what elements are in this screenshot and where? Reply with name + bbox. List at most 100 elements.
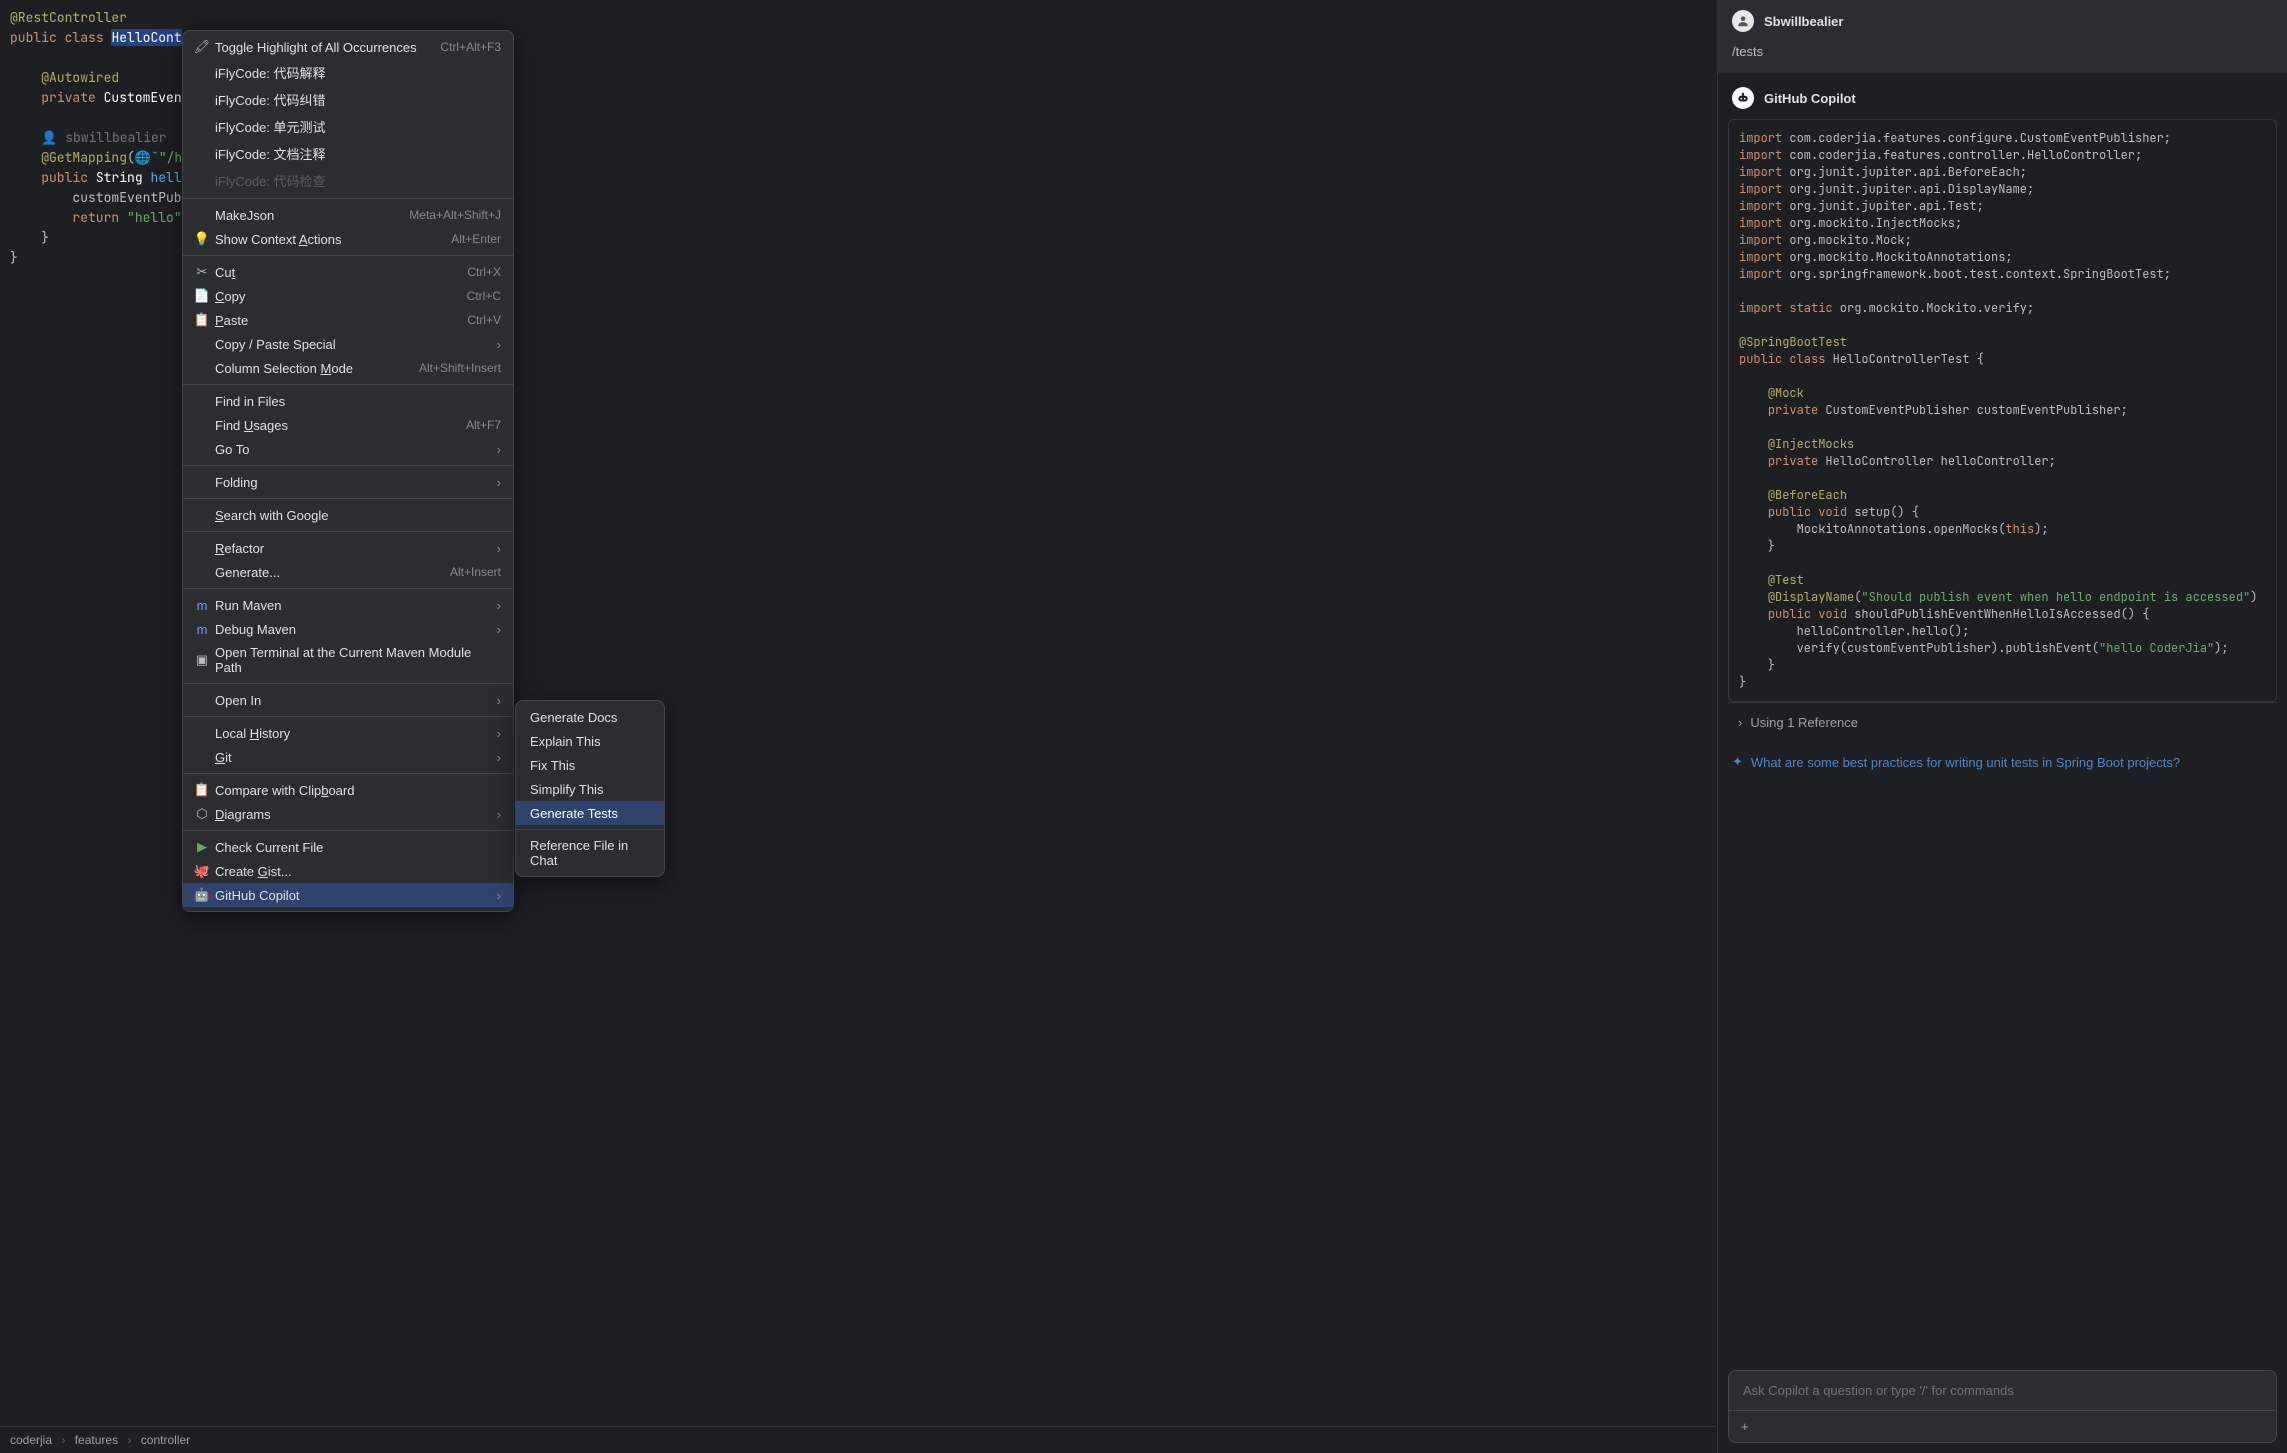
menu-item[interactable]: ✂CutCtrl+X (183, 260, 513, 284)
menu-item[interactable]: 🐙Create Gist... (183, 859, 513, 883)
menu-separator (516, 829, 664, 830)
menu-item[interactable]: Folding› (183, 470, 513, 494)
submenu-item-label: Explain This (530, 734, 650, 749)
menu-item[interactable]: 💡Show Context ActionsAlt+Enter (183, 227, 513, 251)
blank-icon (193, 692, 211, 708)
chevron-right-icon: › (497, 750, 501, 765)
brace: } (41, 229, 49, 246)
menu-item[interactable]: ▣Open Terminal at the Current Maven Modu… (183, 641, 513, 679)
menu-separator (183, 255, 513, 256)
submenu-item-label: Generate Tests (530, 806, 650, 821)
menu-separator (183, 384, 513, 385)
menu-item[interactable]: Copy / Paste Special › (183, 332, 513, 356)
copilot-input-box: + (1728, 1370, 2277, 1443)
menu-item[interactable]: iFlyCode: 单元测试 (183, 113, 513, 140)
suggestion-text: What are some best practices for writing… (1751, 755, 2180, 770)
breadcrumb-item[interactable]: features (75, 1433, 118, 1447)
menu-item-label: iFlyCode: 代码检查 (215, 171, 501, 190)
menu-item-shortcut: Alt+Enter (451, 232, 501, 246)
chevron-right-icon: › (497, 337, 501, 352)
brace: } (10, 249, 18, 266)
copilot-panel: Sbwillbealier /tests GitHub Copilot impo… (1717, 0, 2287, 1453)
globe-icon[interactable]: 🌐ˇ (135, 148, 159, 168)
menu-item[interactable]: 📋Compare with Clipboard (183, 778, 513, 802)
menu-item-label: Paste (215, 313, 467, 328)
copilot-name: GitHub Copilot (1764, 91, 1856, 106)
blank-icon (193, 173, 211, 189)
menu-item-label: Go To (215, 442, 489, 457)
submenu-item[interactable]: Explain This (516, 729, 664, 753)
menu-item[interactable]: Open In› (183, 688, 513, 712)
suggestion-row[interactable]: ✦ What are some best practices for writi… (1728, 754, 2277, 770)
menu-item[interactable]: Find in Files (183, 389, 513, 413)
chevron-right-icon: › (497, 598, 501, 613)
menu-item: iFlyCode: 代码检查 (183, 167, 513, 194)
breadcrumb[interactable]: coderjia › features › controller (0, 1426, 1717, 1453)
references-text: Using 1 Reference (1750, 715, 1858, 730)
menu-item[interactable]: Column Selection ModeAlt+Shift+Insert (183, 356, 513, 380)
breadcrumb-item[interactable]: coderjia (10, 1433, 52, 1447)
m-icon: m (193, 621, 211, 637)
menu-item[interactable]: Generate...Alt+Insert (183, 560, 513, 584)
chevron-right-icon: › (127, 1433, 131, 1447)
🤖-icon: 🤖 (193, 887, 211, 903)
menu-item[interactable]: Git› (183, 745, 513, 769)
user-avatar-icon (1732, 10, 1754, 32)
menu-item[interactable]: Refactor› (183, 536, 513, 560)
menu-item-label: Copy / Paste Special (215, 337, 489, 352)
▶-icon: ▶ (193, 839, 211, 855)
menu-item-label: Find Usages (215, 418, 466, 433)
menu-item[interactable]: Go To› (183, 437, 513, 461)
chevron-right-icon: › (1738, 715, 1742, 730)
menu-item[interactable]: 🖍Toggle Highlight of All OccurrencesCtrl… (183, 35, 513, 59)
menu-item-label: iFlyCode: 代码解释 (215, 63, 501, 82)
copilot-code-block[interactable]: import com.coderjia.features.configure.C… (1728, 119, 2277, 702)
menu-item[interactable]: 📋PasteCtrl+V (183, 308, 513, 332)
menu-item-label: Diagrams (215, 807, 489, 822)
menu-item[interactable]: iFlyCode: 文档注释 (183, 140, 513, 167)
submenu-item[interactable]: Fix This (516, 753, 664, 777)
user-message-text: /tests (1732, 38, 2273, 63)
menu-item[interactable]: ⬡Diagrams› (183, 802, 513, 826)
blank-icon (193, 336, 211, 352)
menu-item[interactable]: mDebug Maven› (183, 617, 513, 641)
submenu-item[interactable]: Simplify This (516, 777, 664, 801)
menu-item-shortcut: Ctrl+X (467, 265, 501, 279)
menu-item-shortcut: Alt+F7 (466, 418, 501, 432)
menu-item[interactable]: 🤖GitHub Copilot› (183, 883, 513, 907)
submenu-item[interactable]: Generate Docs (516, 705, 664, 729)
menu-item[interactable]: mRun Maven› (183, 593, 513, 617)
menu-item[interactable]: 📄CopyCtrl+C (183, 284, 513, 308)
copilot-input[interactable] (1729, 1371, 2276, 1410)
menu-item-label: iFlyCode: 文档注释 (215, 144, 501, 163)
m-icon: m (193, 597, 211, 613)
menu-item[interactable]: iFlyCode: 代码纠错 (183, 86, 513, 113)
submenu-item[interactable]: Reference File in Chat (516, 834, 664, 872)
submenu-item-label: Generate Docs (530, 710, 650, 725)
menu-item[interactable]: Find UsagesAlt+F7 (183, 413, 513, 437)
menu-separator (183, 588, 513, 589)
menu-item[interactable]: iFlyCode: 代码解释 (183, 59, 513, 86)
menu-separator (183, 498, 513, 499)
menu-item[interactable]: MakeJsonMeta+Alt+Shift+J (183, 203, 513, 227)
plus-icon[interactable]: + (1741, 1419, 1749, 1434)
blank-icon (193, 507, 211, 523)
menu-separator (183, 531, 513, 532)
menu-item-label: Generate... (215, 565, 450, 580)
menu-item[interactable]: Local History› (183, 721, 513, 745)
menu-item-label: Folding (215, 475, 489, 490)
sparkle-icon: ✦ (1732, 754, 1743, 770)
menu-separator (183, 683, 513, 684)
submenu-item[interactable]: Generate Tests (516, 801, 664, 825)
menu-item-label: Check Current File (215, 840, 501, 855)
references-row[interactable]: › Using 1 Reference (1728, 702, 2277, 742)
context-menu[interactable]: 🖍Toggle Highlight of All OccurrencesCtrl… (182, 30, 514, 912)
copilot-submenu[interactable]: Generate Docs Explain This Fix ThisSimplif… (515, 700, 665, 877)
📄-icon: 📄 (193, 288, 211, 304)
menu-item[interactable]: Search with Google (183, 503, 513, 527)
chat-scroll[interactable]: Sbwillbealier /tests GitHub Copilot impo… (1718, 0, 2287, 1370)
menu-item[interactable]: ▶ Check Current File (183, 835, 513, 859)
breadcrumb-item[interactable]: controller (141, 1433, 190, 1447)
menu-item-label: Refactor (215, 541, 489, 556)
keyword: public (41, 169, 88, 186)
